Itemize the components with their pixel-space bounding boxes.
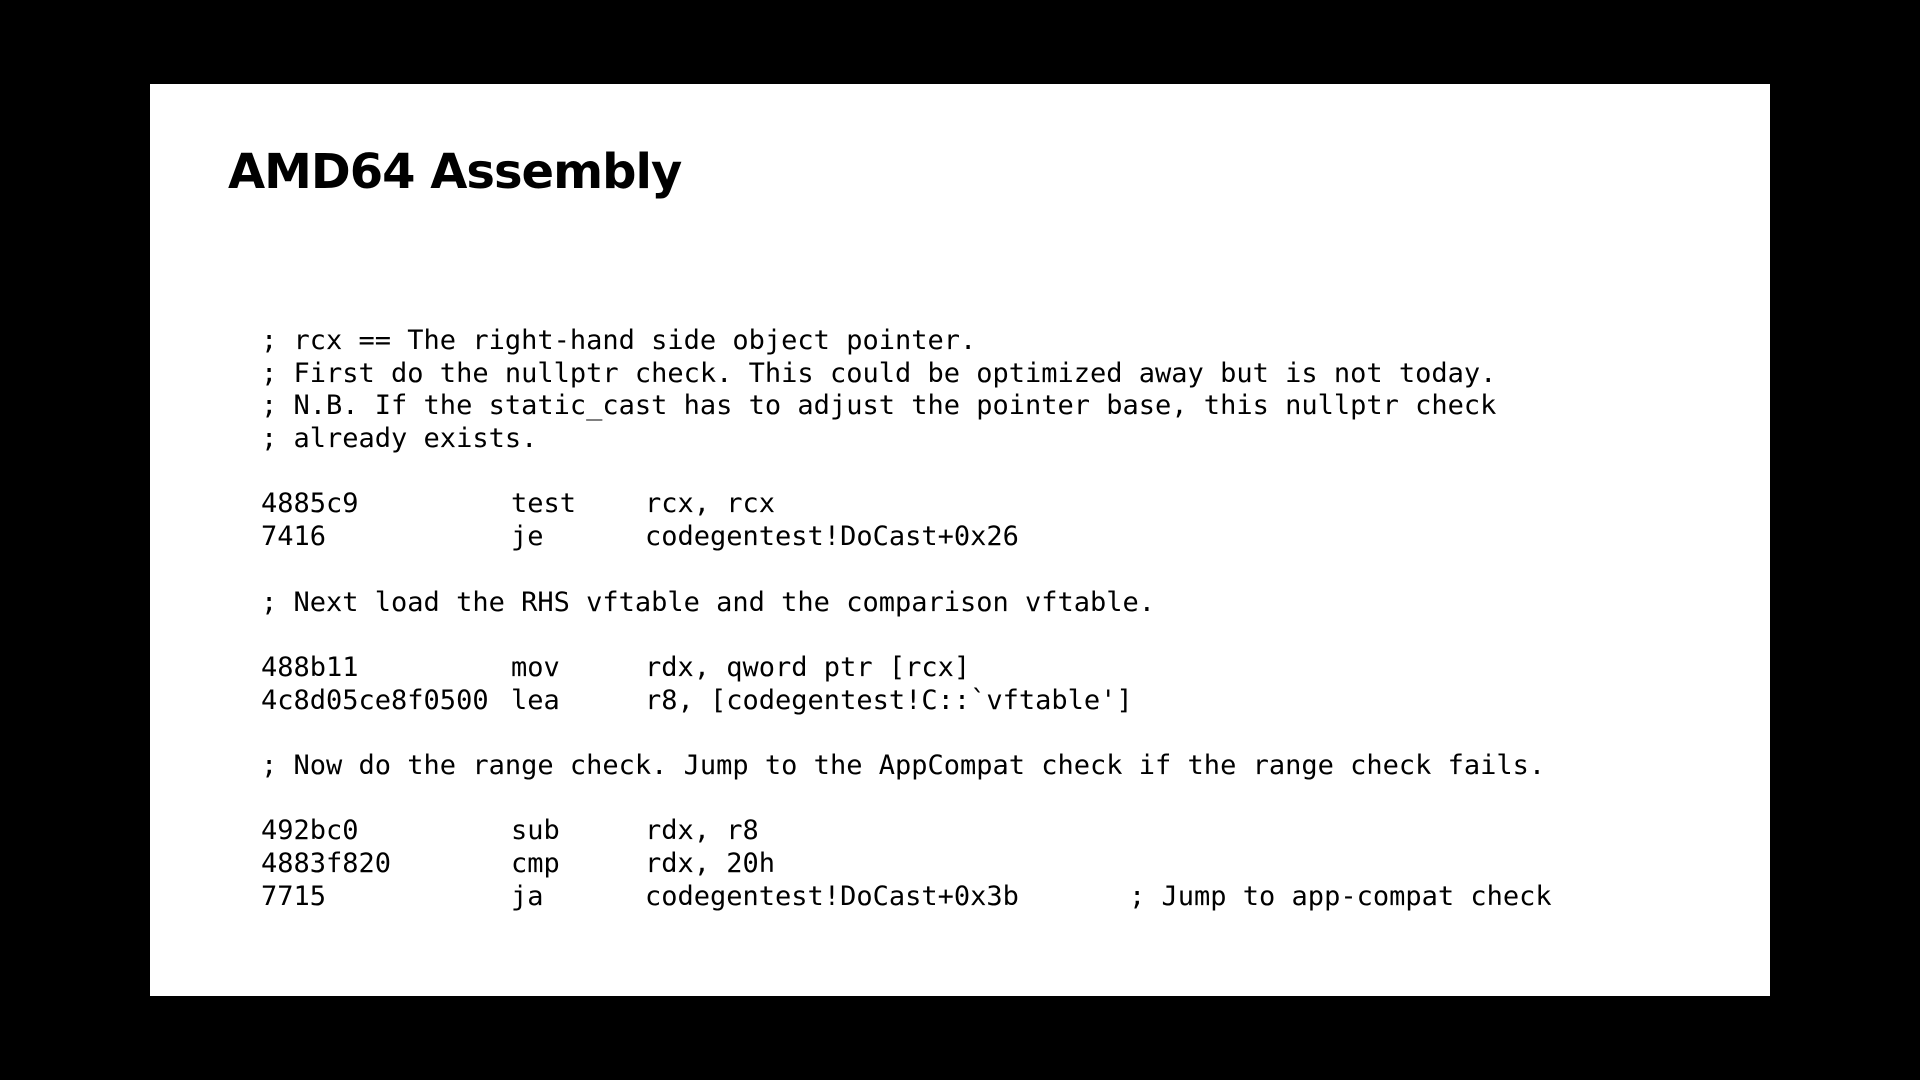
instruction-line: 4885c9 test rcx, rcx [261,488,1552,521]
comment-text: ; Next load the RHS vftable and the comp… [261,586,1156,618]
instruction-operands: codegentest!DoCast+0x26 [645,521,1019,553]
instruction-mnemonic: cmp [511,848,560,879]
instruction-bytes: 4885c9 [261,488,359,520]
instruction-line: 4c8d05ce8f0500 lea r8, [codegentest!C::`vf… [261,685,1552,718]
instruction-line: 4883f820 cmp rdx, 20h [261,848,1552,881]
code-comment-line: ; Next load the RHS vftable and the comp… [261,587,1552,620]
instruction-mnemonic: test [511,488,577,520]
instruction-operands: rcx, rcx [645,488,776,520]
instruction-bytes: 488b11 [261,651,359,683]
instruction-bytes: 7715 [261,880,327,912]
instruction-mnemonic: sub [511,815,560,847]
comment-text: ; Now do the range check. Jump to the Ap… [261,749,1546,781]
instruction-operands: rdx, 20h [645,848,776,879]
code-comment-line: ; N.B. If the static_cast has to adjust … [261,390,1552,423]
instruction-line: 488b11 mov rdx, qword ptr [rcx] [261,652,1552,685]
presentation-frame: AMD64 Assembly ; rcx == The right-hand s… [0,0,1920,1080]
instruction-mnemonic: lea [511,684,560,716]
comment-text: ; First do the nullptr check. This could… [261,357,1497,389]
instruction-bytes: 4883f820 [261,848,392,879]
instruction-mnemonic: ja [511,880,544,912]
instruction-operands: codegentest!DoCast+0x3b [645,880,1019,912]
instruction-line: 7416 je codegentest!DoCast+0x26 [261,521,1552,554]
instruction-operands: r8, [codegentest!C::`vftable'] [645,684,1133,716]
code-comment-line: ; Now do the range check. Jump to the Ap… [261,750,1552,783]
code-comment-line: ; rcx == The right-hand side object poin… [261,325,1552,358]
comment-text: ; rcx == The right-hand side object poin… [261,325,977,356]
instruction-operands: rdx, qword ptr [rcx] [645,651,971,683]
instruction-bytes: 492bc0 [261,815,359,847]
instruction-line: 492bc0 sub rdx, r8 [261,815,1552,848]
instruction-bytes: 7416 [261,521,327,553]
instruction-mnemonic: mov [511,651,560,683]
comment-text: ; N.B. If the static_cast has to adjust … [261,390,1497,422]
slide-title: AMD64 Assembly [228,144,682,200]
instruction-comment: ; Jump to app-compat check [1129,880,1552,912]
slide: AMD64 Assembly ; rcx == The right-hand s… [150,84,1770,996]
code-comment-line: ; already exists. [261,423,1552,456]
instruction-mnemonic: je [511,521,544,553]
comment-text: ; already exists. [261,423,538,455]
instruction-line: 7715 ja codegentest!DoCast+0x3b ; Jump to a… [261,881,1552,914]
instruction-operands: rdx, r8 [645,815,759,847]
assembly-code-block: ; rcx == The right-hand side object poin… [261,325,1552,913]
instruction-bytes: 4c8d05ce8f0500 [261,684,489,716]
code-comment-line: ; First do the nullptr check. This could… [261,358,1552,391]
